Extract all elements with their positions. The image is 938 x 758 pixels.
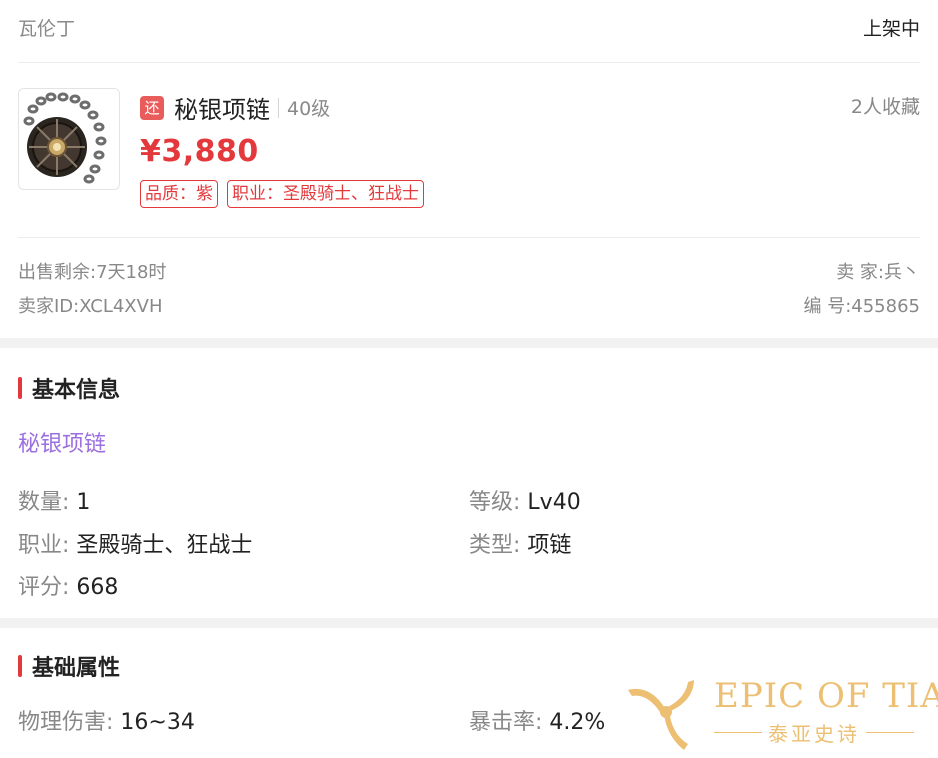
remaining-time: 出售剩余:7天18时: [18, 258, 166, 284]
prop-class: 职业: 圣殿骑士、狂战士: [18, 527, 252, 559]
physical-damage-label: 物理伤害:: [18, 710, 114, 735]
basic-info-section: 基本信息 秘银项链 数量: 1 等级: Lv40 职业: 圣殿骑士、狂战士 类型…: [0, 348, 938, 618]
crit-rate-label: 暴击率:: [469, 710, 543, 735]
type-value: 项链: [527, 533, 572, 558]
item-price: ¥3,880: [140, 134, 259, 169]
section-accent-bar: [18, 377, 22, 399]
watermark-brand: EPIC OF TIA: [714, 676, 938, 716]
item-title-row: 还 秘银项链 40级: [140, 90, 330, 125]
divider: [18, 62, 920, 63]
divider: [18, 237, 920, 238]
type-label: 类型:: [469, 533, 521, 558]
item-tags: 品质：紫 职业：圣殿骑士、狂战士: [140, 180, 424, 208]
prop-level: 等级: Lv40: [469, 484, 581, 516]
seller-name: 卖 家:兵丶: [836, 258, 920, 284]
attr-crit-rate: 暴击率: 4.2%: [469, 704, 605, 736]
basic-info-title: 基本信息: [32, 378, 121, 403]
item-thumbnail[interactable]: [18, 88, 120, 190]
watermark-line: [866, 732, 914, 733]
seller-label: 卖 家:: [836, 262, 884, 283]
watermark-subtitle-row: 泰亚史诗: [714, 718, 914, 747]
class-label: 职业:: [18, 533, 70, 558]
item-level: 40级: [287, 98, 331, 120]
listing-number: 编 号:455865: [803, 292, 920, 318]
quantity-label: 数量:: [18, 490, 70, 515]
remaining-value: 7天18时: [96, 262, 167, 283]
quantity-value: 1: [76, 490, 91, 515]
prop-type: 类型: 项链: [469, 527, 571, 559]
score-label: 评分:: [18, 575, 70, 600]
basic-item-name: 秘银项链: [18, 432, 107, 457]
class-tag: 职业：圣殿骑士、狂战士: [227, 180, 424, 208]
section-accent-bar: [18, 655, 22, 677]
seller-id-value: XCL4XVH: [79, 296, 163, 317]
score-value: 668: [76, 575, 119, 600]
number-label: 编 号:: [803, 296, 852, 317]
prop-score: 评分: 668: [18, 569, 118, 601]
prop-quantity: 数量: 1: [18, 484, 90, 516]
seller-value: 兵丶: [884, 262, 920, 283]
seller-id-label: 卖家ID:: [18, 296, 80, 317]
level-label: 等级:: [469, 490, 521, 515]
favorites-count[interactable]: 2人收藏: [851, 92, 920, 119]
epic-of-tia-watermark: EPIC OF TIA 泰亚史诗: [626, 672, 938, 752]
server-name: 瓦伦丁: [18, 18, 76, 40]
number-value: 455865: [851, 296, 920, 317]
quality-tag: 品质：紫: [140, 180, 218, 208]
necklace-icon: [19, 89, 119, 189]
seller-id: 卖家ID:XCL4XVH: [18, 292, 162, 318]
remaining-label: 出售剩余:: [18, 262, 97, 283]
basic-info-header: 基本信息: [18, 372, 120, 404]
watermark-subtitle: 泰亚史诗: [768, 722, 860, 746]
attributes-title: 基础属性: [32, 656, 121, 681]
attr-physical-damage: 物理伤害: 16~34: [18, 704, 195, 736]
level-value: Lv40: [527, 490, 581, 515]
watermark-line: [714, 732, 762, 733]
title-divider: [278, 97, 279, 118]
section-gap: [0, 338, 938, 348]
item-name: 秘银项链: [174, 96, 270, 124]
listing-status: 上架中: [862, 18, 920, 40]
class-value: 圣殿骑士、狂战士: [76, 533, 253, 558]
header-row: 瓦伦丁 上架中: [18, 14, 920, 41]
physical-damage-value: 16~34: [120, 710, 195, 735]
attributes-section: 基础属性 物理伤害: 16~34 暴击率: 4.2% EPIC OF TIA 泰…: [0, 628, 938, 758]
item-summary-card: 瓦伦丁 上架中 还 秘银项链 40级 2人收藏 ¥3,880 品质：紫 职业：圣…: [0, 0, 938, 338]
section-gap: [0, 618, 938, 628]
crit-rate-value: 4.2%: [549, 710, 606, 735]
attributes-header: 基础属性: [18, 650, 120, 682]
bargain-badge: 还: [140, 95, 164, 120]
